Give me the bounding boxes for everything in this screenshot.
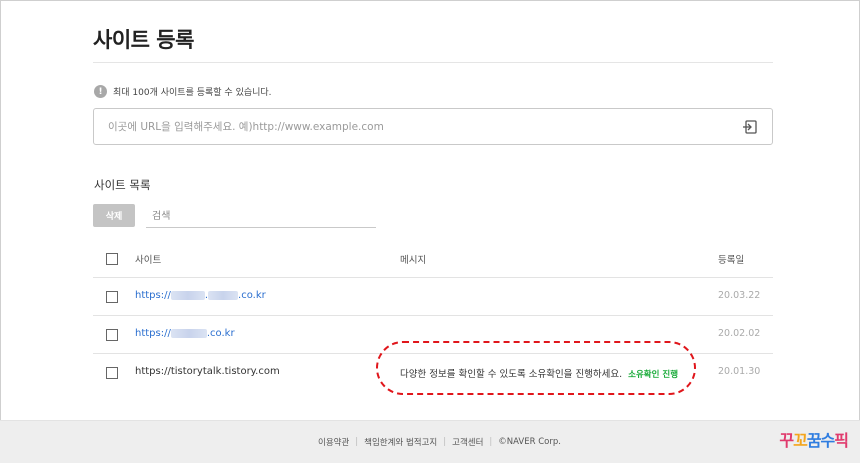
- footer-links: 이용약관 | 책임한계와 법적고지 | 고객센터 | ©NAVER Corp.: [318, 436, 561, 448]
- header-site: 사이트: [135, 255, 162, 266]
- watermark-logo: 꾸꼬꿈수픽: [779, 431, 849, 450]
- redacted-text: [208, 290, 239, 300]
- ownership-message: 다양한 정보를 확인할 수 있도록 소유확인을 진행하세요.: [400, 369, 623, 380]
- site-link[interactable]: https:// .co.kr: [135, 328, 235, 339]
- notice-row: ! 최대 100개 사이트를 등록할 수 있습니다.: [94, 85, 272, 98]
- row-date: 20.02.02: [718, 328, 761, 339]
- footer-separator: |: [443, 437, 447, 447]
- terms-link[interactable]: 이용약관: [318, 436, 349, 448]
- enter-icon[interactable]: [742, 119, 758, 135]
- site-url-suffix: .co.kr: [206, 328, 235, 339]
- footer-separator: |: [355, 437, 359, 447]
- title-divider: [93, 62, 773, 63]
- row-checkbox[interactable]: [106, 367, 118, 379]
- verify-ownership-link[interactable]: 소유확인 진행: [628, 370, 678, 380]
- support-link[interactable]: 고객센터: [452, 436, 483, 448]
- redacted-text: [170, 328, 207, 338]
- footer: 이용약관 | 책임한계와 법적고지 | 고객센터 | ©NAVER Corp. …: [0, 420, 860, 463]
- header-date: 등록일: [718, 255, 745, 266]
- table-row: https://tistorytalk.tistory.com 다양한 정보를 …: [93, 354, 773, 392]
- header-message: 메시지: [400, 255, 427, 266]
- row-checkbox[interactable]: [106, 291, 118, 303]
- site-url-prefix: https://: [135, 328, 171, 339]
- row-checkbox[interactable]: [106, 329, 118, 341]
- site-list-title: 사이트 목록: [94, 178, 151, 192]
- legal-link[interactable]: 책임한계와 법적고지: [364, 436, 437, 448]
- row-message: 다양한 정보를 확인할 수 있도록 소유확인을 진행하세요. 소유확인 진행: [400, 366, 678, 380]
- footer-separator: |: [489, 437, 493, 447]
- site-link[interactable]: https://. .co.kr: [135, 290, 266, 301]
- site-url-prefix: https://: [135, 290, 171, 301]
- info-icon: !: [94, 85, 107, 98]
- table-row: https://. .co.kr 20.03.22: [93, 278, 773, 316]
- table-row: https:// .co.kr 20.02.02: [93, 316, 773, 354]
- delete-button[interactable]: 삭제: [93, 204, 135, 227]
- site-table: 사이트 메시지 등록일 https://. .co.kr 20.03.22 htt…: [93, 240, 773, 392]
- url-input-box: [93, 108, 773, 145]
- page-title: 사이트 등록: [93, 28, 194, 52]
- table-header: 사이트 메시지 등록일: [93, 240, 773, 278]
- search-field: [146, 204, 376, 228]
- page-frame: [0, 0, 860, 463]
- select-all-checkbox[interactable]: [106, 253, 118, 265]
- url-input[interactable]: [108, 118, 708, 136]
- row-date: 20.03.22: [718, 290, 761, 301]
- site-url[interactable]: https://tistorytalk.tistory.com: [135, 366, 280, 377]
- row-date: 20.01.30: [718, 366, 761, 377]
- notice-text: 최대 100개 사이트를 등록할 수 있습니다.: [113, 88, 272, 98]
- copyright: ©NAVER Corp.: [498, 437, 561, 447]
- redacted-text: [170, 290, 205, 300]
- site-url-suffix: .co.kr: [238, 290, 266, 301]
- search-input[interactable]: [146, 205, 376, 228]
